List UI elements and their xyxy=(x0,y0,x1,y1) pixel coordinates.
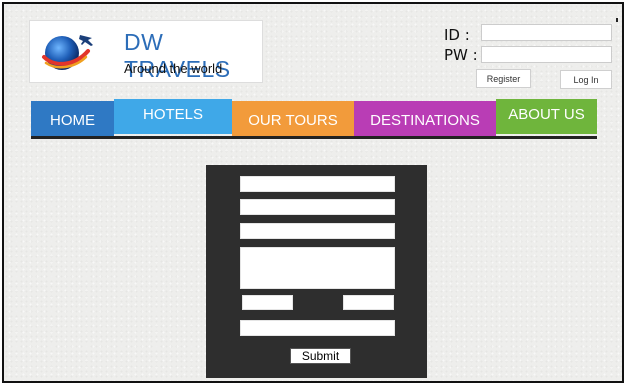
nav-destinations[interactable]: DESTINATIONS xyxy=(354,101,496,136)
login-button[interactable]: Log In xyxy=(560,70,612,89)
nav-hotels[interactable]: HOTELS xyxy=(114,99,232,134)
main-nav: HOME HOTELS OUR TOURS DESTINATIONS ABOUT… xyxy=(31,99,597,139)
id-label: ID : xyxy=(444,26,470,44)
form-field-2[interactable] xyxy=(240,199,395,215)
brand-subtitle: Around the world xyxy=(124,61,223,76)
id-input-field[interactable] xyxy=(481,24,612,41)
form-field-bottom[interactable] xyxy=(240,320,395,336)
form-field-right[interactable] xyxy=(343,295,394,310)
nav-our-tours[interactable]: OUR TOURS xyxy=(232,101,354,136)
nav-our-tours-label: OUR TOURS xyxy=(248,112,338,129)
page-frame: DW TRAVELS Around the world ID : PW : Re… xyxy=(2,2,624,383)
form-panel: Submit xyxy=(206,165,427,378)
nav-about-us[interactable]: ABOUT US xyxy=(496,99,597,134)
pw-label: PW : xyxy=(444,46,478,64)
nav-home-label: HOME xyxy=(50,112,95,129)
submit-button[interactable]: Submit xyxy=(290,348,351,364)
nav-home[interactable]: HOME xyxy=(31,101,114,136)
nav-hotels-label: HOTELS xyxy=(142,106,203,123)
form-field-1[interactable] xyxy=(240,176,395,192)
corner-mark xyxy=(616,18,618,22)
register-button[interactable]: Register xyxy=(476,69,531,88)
form-field-3[interactable] xyxy=(240,223,395,239)
pw-input[interactable] xyxy=(481,46,612,63)
nav-about-us-label: ABOUT US xyxy=(508,106,585,123)
nav-destinations-label: DESTINATIONS xyxy=(370,112,480,129)
form-textarea[interactable] xyxy=(240,247,395,289)
globe-airplane-icon xyxy=(42,35,93,70)
nav-underline xyxy=(31,136,597,139)
brand-logo-box[interactable]: DW TRAVELS Around the world xyxy=(29,20,263,83)
form-field-left[interactable] xyxy=(242,295,293,310)
